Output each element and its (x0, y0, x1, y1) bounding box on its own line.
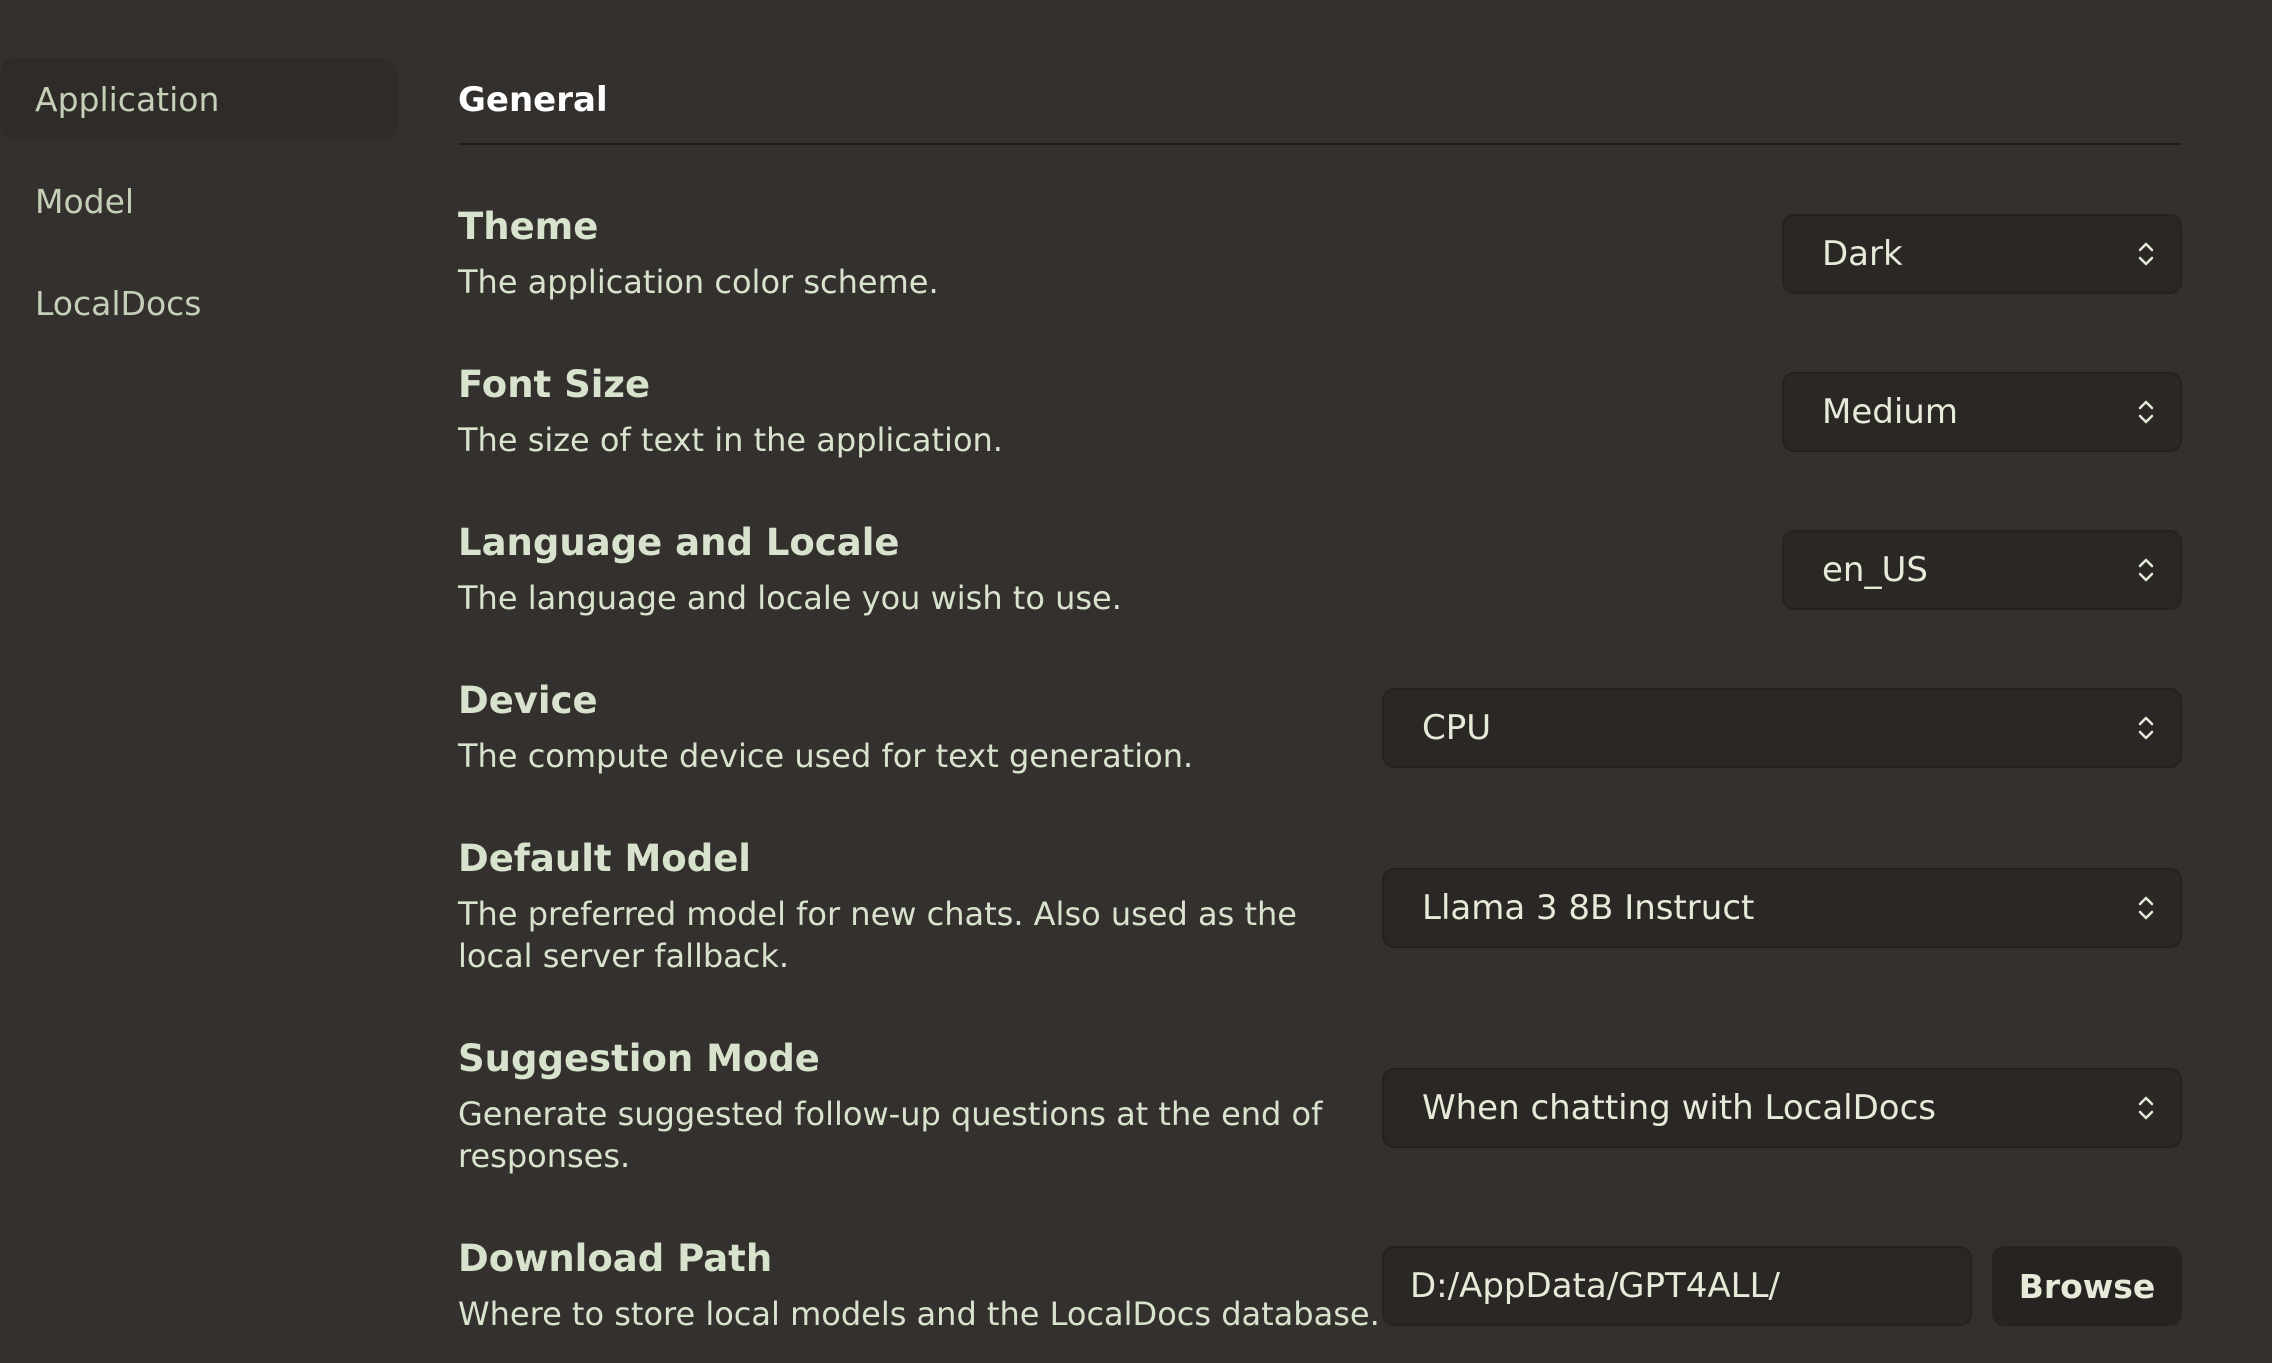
download-path-input[interactable]: D:/AppData/GPT4ALL/ (1382, 1246, 1972, 1326)
sidebar-item-model[interactable]: Model (0, 160, 398, 242)
chevron-up-down-icon (2138, 716, 2154, 740)
settings-page: Application Model LocalDocs General Them… (0, 0, 2272, 1363)
setting-description: The size of text in the application. (458, 421, 1003, 459)
chevron-up-down-icon (2138, 242, 2154, 266)
chevron-up-down-icon (2138, 1096, 2154, 1120)
suggestion-mode-select-value: When chatting with LocalDocs (1422, 1088, 1937, 1128)
chevron-up-down-icon (2138, 558, 2154, 582)
settings-sidebar: Application Model LocalDocs (0, 58, 398, 364)
setting-title: Download Path (458, 1237, 773, 1280)
setting-description: The language and locale you wish to use. (458, 579, 1122, 617)
sidebar-item-label: LocalDocs (35, 283, 202, 323)
setting-description: The preferred model for new chats. Also … (458, 895, 1297, 975)
setting-title: Suggestion Mode (458, 1037, 820, 1080)
sidebar-item-application[interactable]: Application (0, 58, 398, 140)
font-size-select-value: Medium (1822, 392, 1958, 432)
download-path-value: D:/AppData/GPT4ALL/ (1410, 1266, 1780, 1306)
theme-select[interactable]: Dark (1782, 214, 2182, 294)
language-select[interactable]: en_US (1782, 530, 2182, 610)
setting-description: Generate suggested follow-up questions a… (458, 1095, 1323, 1175)
setting-title: Theme (458, 205, 599, 248)
sidebar-item-label: Model (35, 181, 135, 221)
device-select-value: CPU (1422, 708, 1492, 748)
browse-button[interactable]: Browse (1992, 1246, 2182, 1326)
section-divider (458, 143, 2182, 145)
setting-title: Device (458, 679, 598, 722)
chevron-up-down-icon (2138, 896, 2154, 920)
setting-title: Default Model (458, 837, 751, 880)
default-model-select[interactable]: Llama 3 8B Instruct (1382, 868, 2182, 948)
font-size-select[interactable]: Medium (1782, 372, 2182, 452)
chevron-up-down-icon (2138, 400, 2154, 424)
theme-select-value: Dark (1822, 234, 1903, 274)
setting-description: The application color scheme. (458, 263, 939, 301)
sidebar-item-label: Application (35, 79, 220, 119)
setting-title: Language and Locale (458, 521, 900, 564)
device-select[interactable]: CPU (1382, 688, 2182, 768)
setting-title: Font Size (458, 363, 651, 406)
default-model-select-value: Llama 3 8B Instruct (1422, 888, 1755, 928)
setting-description: Where to store local models and the Loca… (458, 1295, 1380, 1333)
language-select-value: en_US (1822, 550, 1928, 590)
sidebar-item-localdocs[interactable]: LocalDocs (0, 262, 398, 344)
setting-description: The compute device used for text generat… (458, 737, 1194, 775)
suggestion-mode-select[interactable]: When chatting with LocalDocs (1382, 1068, 2182, 1148)
section-title: General (458, 80, 608, 120)
